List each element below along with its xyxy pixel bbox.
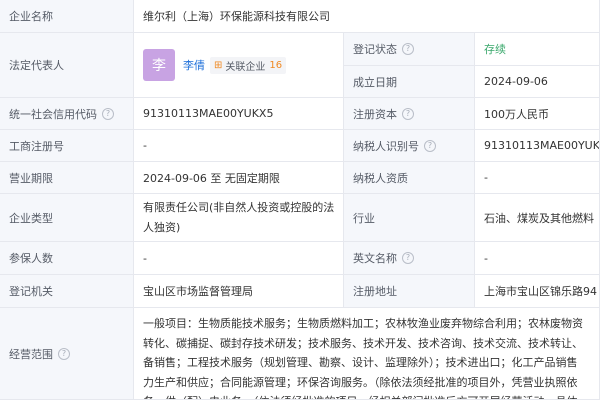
help-icon[interactable]: ? <box>402 107 414 120</box>
industry-text: 石油、煤炭及其他燃料 <box>484 211 594 225</box>
avatar-initial: 李 <box>152 58 166 74</box>
help-icon[interactable]: ? <box>424 139 436 152</box>
reg-status-label-text: 登记状态 <box>353 43 397 56</box>
help-icon[interactable]: ? <box>102 107 114 120</box>
taxpayer-qual-label-text: 纳税人资质 <box>353 171 408 185</box>
scope-label-text: 经营范围 <box>9 347 53 361</box>
help-icon[interactable]: ? <box>402 252 414 264</box>
reg-address-value: 上海市宝山区锦乐路94 <box>475 275 600 308</box>
term-label-text: 营业期限 <box>9 171 53 185</box>
scope-line: 一般项目：生物质能技术服务；生物质燃料加工；农林牧渔业废弃物综合利用；农林废物资 <box>143 317 583 330</box>
related-companies-badge[interactable]: ⊞ 关联企业 16 <box>210 56 287 74</box>
reg-address-text: 上海市宝山区锦乐路94 <box>484 285 597 298</box>
scope-label: 经营范围? <box>0 308 134 400</box>
avatar[interactable]: 李 <box>143 49 175 81</box>
scope-line: 转化、碳捕捉、碳封存技术研发；技术服务、技术开发、技术咨询、技术交流、技术转让、 <box>143 336 583 350</box>
english-name-text: - <box>484 251 488 265</box>
english-name-value: - <box>475 242 600 275</box>
company-name-value: 维尔利（上海）环保能源科技有限公司 <box>134 0 600 33</box>
reg-status-value: 存续 <box>475 33 600 66</box>
term-label: 营业期限 <box>0 162 134 194</box>
type-text: 有限责任公司(非自然人投资或控股的法人独资) <box>143 200 335 234</box>
legal-rep-name-link[interactable]: 李倩 <box>183 57 205 73</box>
taxpayer-id-label: 纳税人识别号? <box>344 130 475 162</box>
reg-capital-label: 注册资本? <box>344 98 475 130</box>
related-companies-icon: ⊞ <box>214 59 223 71</box>
taxpayer-qual-text: - <box>484 171 488 184</box>
credit-code-label: 统一社会信用代码? <box>0 98 134 130</box>
english-name-label: 英文名称? <box>344 242 475 275</box>
scope-text: 一般项目：生物质能技术服务；生物质燃料加工；农林牧渔业废弃物综合利用；农林废物资… <box>143 314 583 399</box>
industry-label-text: 行业 <box>353 211 375 225</box>
help-icon[interactable]: ? <box>58 347 70 360</box>
reg-status-text: 存续 <box>484 43 506 56</box>
taxpayer-qual-label: 纳税人资质 <box>344 162 475 194</box>
legal-rep-value: 李 李倩 ⊞ 关联企业 16 <box>134 33 344 98</box>
company-name-label-text: 企业名称 <box>9 10 53 23</box>
related-companies-count: 16 <box>269 59 283 71</box>
reg-authority-label: 登记机关 <box>0 275 134 308</box>
term-value: 2024-09-06 至 无固定期限 <box>134 162 344 194</box>
type-value: 有限责任公司(非自然人投资或控股的法人独资) <box>134 194 344 242</box>
taxpayer-id-label-text: 纳税人识别号 <box>353 139 419 153</box>
reg-address-label-text: 注册地址 <box>353 285 397 298</box>
found-date-value: 2024-09-06 <box>475 66 600 98</box>
insured-text: - <box>143 251 147 265</box>
type-label: 企业类型 <box>0 194 134 242</box>
english-name-label-text: 英文名称 <box>353 252 397 265</box>
industry-value: 石油、煤炭及其他燃料 <box>475 194 600 242</box>
reg-status-label: 登记状态? <box>344 33 475 66</box>
term-text: 2024-09-06 至 无固定期限 <box>143 171 280 185</box>
taxpayer-qual-value: - <box>475 162 600 194</box>
biz-reg-no-label: 工商注册号 <box>0 130 134 162</box>
legal-rep-label: 法定代表人 <box>0 33 134 98</box>
found-date-text: 2024-09-06 <box>484 75 548 88</box>
company-name-text: 维尔利（上海）环保能源科技有限公司 <box>143 10 330 23</box>
taxpayer-id-text: 91310113MAE00YUKX5 <box>484 139 600 152</box>
credit-code-value: 91310113MAE00YUKX5 <box>134 98 344 130</box>
scope-line: 力生产和供应；合同能源管理；环保咨询服务。（除依法须经批准的项目外，凭营业执照依 <box>143 375 578 389</box>
reg-authority-text: 宝山区市场监督管理局 <box>143 285 253 298</box>
found-date-label-text: 成立日期 <box>353 75 397 89</box>
found-date-label: 成立日期 <box>344 66 475 98</box>
type-label-text: 企业类型 <box>9 211 53 225</box>
scope-line: 备销售；工程技术服务（规划管理、勘察、设计、监理除外）；技术进出口；化工产品销售 <box>143 356 578 369</box>
insured-label: 参保人数 <box>0 242 134 275</box>
biz-reg-no-text: - <box>143 139 147 152</box>
legal-rep-label-text: 法定代表人 <box>9 59 64 72</box>
insured-label-text: 参保人数 <box>9 252 53 265</box>
reg-address-label: 注册地址 <box>344 275 475 308</box>
industry-label: 行业 <box>344 194 475 242</box>
scope-value: 一般项目：生物质能技术服务；生物质燃料加工；农林牧渔业废弃物综合利用；农林废物资… <box>134 308 600 400</box>
reg-capital-value: 100万人民币 <box>475 98 600 130</box>
reg-authority-value: 宝山区市场监督管理局 <box>134 275 344 308</box>
scope-line: 务、供（配）电业务。（依法须经批准的项目，经相关部门批准后方可开展经营活动，具体 <box>143 392 583 399</box>
credit-code-text: 91310113MAE00YUKX5 <box>143 107 274 120</box>
help-icon[interactable]: ? <box>402 43 414 55</box>
reg-capital-label-text: 注册资本 <box>353 107 397 121</box>
biz-reg-no-value: - <box>134 130 344 162</box>
company-info-table: 企业名称 维尔利（上海）环保能源科技有限公司 法定代表人 李 李倩 ⊞ 关联企业… <box>0 0 600 400</box>
company-name-label: 企业名称 <box>0 0 134 33</box>
taxpayer-id-value: 91310113MAE00YUKX5 <box>475 130 600 162</box>
reg-authority-label-text: 登记机关 <box>9 285 53 298</box>
biz-reg-no-label-text: 工商注册号 <box>9 139 64 153</box>
related-companies-label: 关联企业 <box>225 61 266 73</box>
reg-capital-text: 100万人民币 <box>484 107 549 121</box>
credit-code-label-text: 统一社会信用代码 <box>9 107 97 121</box>
insured-value: - <box>134 242 344 275</box>
